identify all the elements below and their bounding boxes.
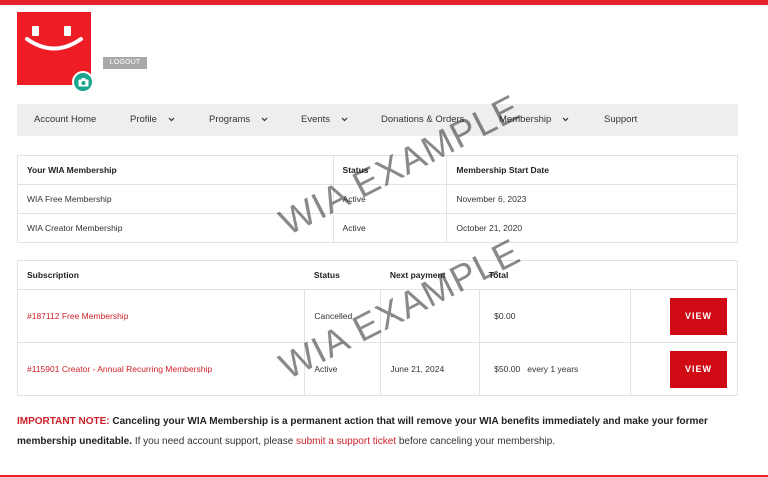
column-header: Your WIA Membership bbox=[17, 155, 334, 185]
nav-item-programs[interactable]: Programs bbox=[209, 104, 268, 136]
table-row: WIA Creator Membership Active October 21… bbox=[17, 213, 738, 243]
nav-label: Profile bbox=[130, 114, 157, 125]
logout-button[interactable]: LOGOUT bbox=[103, 57, 147, 69]
nav-item-profile[interactable]: Profile bbox=[130, 104, 175, 136]
subscription-total: $0.00 bbox=[479, 289, 632, 343]
view-button[interactable]: VIEW bbox=[670, 350, 727, 388]
support-ticket-link[interactable]: submit a support ticket bbox=[296, 436, 396, 447]
top-accent-bar bbox=[0, 0, 768, 5]
chevron-down-icon bbox=[168, 104, 175, 136]
subscription-link[interactable]: #115901 Creator - Annual Recurring Membe… bbox=[16, 342, 306, 396]
membership-status: Active bbox=[332, 213, 448, 243]
chevron-down-icon bbox=[261, 104, 268, 136]
membership-start-date: November 6, 2023 bbox=[446, 184, 738, 214]
subscription-name[interactable]: #187112 Free Membership bbox=[27, 311, 128, 321]
nav-label: Events bbox=[301, 114, 331, 125]
nav-item-account-home[interactable]: Account Home bbox=[34, 104, 96, 136]
note-text-end: before canceling your membership. bbox=[398, 436, 556, 447]
nav-item-events[interactable]: Events bbox=[301, 104, 348, 136]
note-text: If you need account support, please bbox=[134, 436, 294, 447]
table-row: #115901 Creator - Annual Recurring Membe… bbox=[16, 342, 738, 396]
actions-cell: VIEW bbox=[630, 289, 738, 343]
membership-start-date: October 21, 2020 bbox=[446, 213, 738, 243]
chevron-down-icon bbox=[562, 104, 569, 136]
subscription-total: $50.00 every 1 years bbox=[479, 342, 632, 396]
column-header-actions bbox=[630, 260, 738, 290]
column-header: Subscription bbox=[16, 260, 305, 290]
nav-label: Support bbox=[604, 114, 638, 125]
account-nav: Account Home Profile Programs Events Don… bbox=[17, 104, 738, 136]
important-note: IMPORTANT NOTE: Canceling your WIA Membe… bbox=[17, 412, 737, 452]
actions-cell: VIEW bbox=[630, 342, 738, 396]
camera-icon[interactable] bbox=[72, 71, 94, 93]
chevron-down-icon bbox=[341, 104, 348, 136]
subscription-name[interactable]: #115901 Creator - Annual Recurring Membe… bbox=[27, 364, 212, 374]
nav-label: Programs bbox=[209, 114, 251, 125]
subscription-link[interactable]: #187112 Free Membership bbox=[16, 289, 306, 343]
nav-item-support[interactable]: Support bbox=[604, 104, 637, 136]
column-header: Status bbox=[304, 260, 381, 290]
nav-label: Account Home bbox=[34, 114, 97, 125]
column-header: Membership Start Date bbox=[446, 155, 738, 185]
subscription-next-payment: June 21, 2024 bbox=[380, 342, 481, 396]
view-button[interactable]: VIEW bbox=[670, 297, 727, 335]
note-label: IMPORTANT NOTE: bbox=[17, 416, 110, 427]
